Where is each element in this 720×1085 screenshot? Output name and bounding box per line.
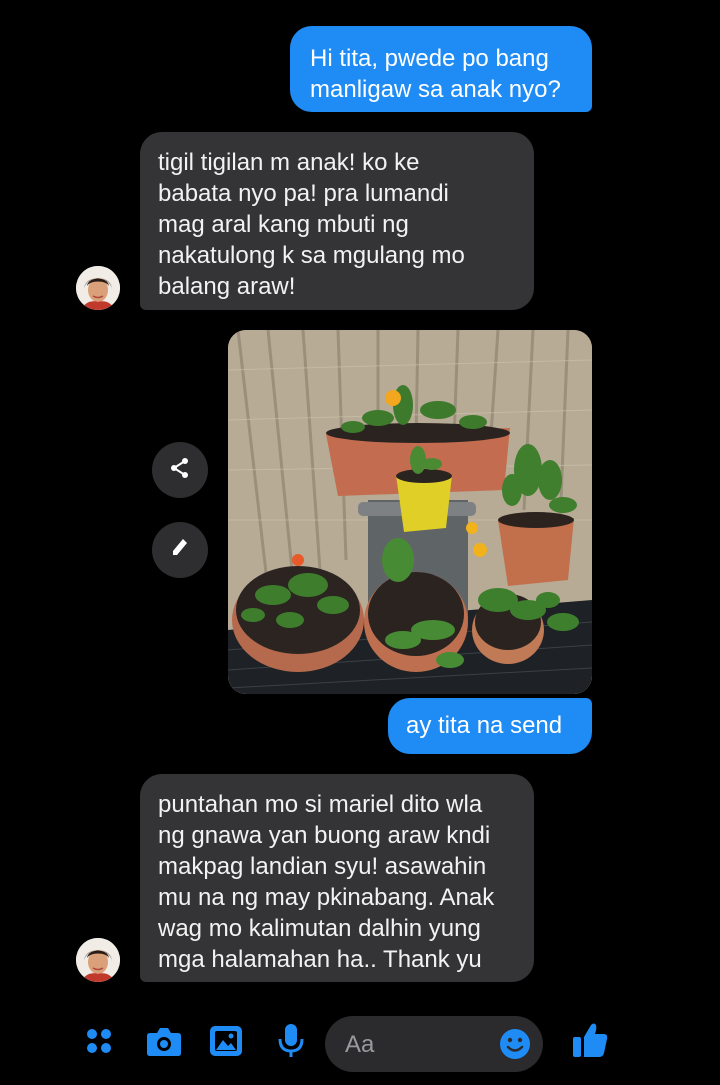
message-bubble-incoming[interactable]: tigil tigilan m anak! ko ke babata nyo p… xyxy=(140,132,534,310)
apps-icon xyxy=(85,1027,113,1060)
shared-photo-plants[interactable] xyxy=(228,330,592,694)
contact-avatar[interactable] xyxy=(76,938,120,982)
like-button[interactable] xyxy=(570,1022,610,1062)
message-input-placeholder: Aa xyxy=(345,1031,375,1058)
message-bubble-outgoing[interactable]: Hi tita, pwede po bang manligaw sa anak … xyxy=(290,26,592,112)
voice-button[interactable] xyxy=(276,1023,306,1064)
pencil-icon xyxy=(168,536,192,565)
message-bubble-incoming[interactable]: puntahan mo si mariel dito wla ng gnawa … xyxy=(140,774,534,982)
message-input[interactable]: Aa xyxy=(325,1016,543,1072)
share-image-button[interactable] xyxy=(152,442,208,498)
camera-button[interactable] xyxy=(145,1026,183,1060)
camera-icon xyxy=(146,1025,182,1062)
gallery-button[interactable] xyxy=(208,1025,244,1062)
thumbs-up-icon xyxy=(571,1021,609,1064)
apps-button[interactable] xyxy=(82,1026,116,1060)
microphone-icon xyxy=(278,1023,304,1064)
message-bubble-outgoing[interactable]: ay tita na send xyxy=(388,698,592,754)
gallery-icon xyxy=(209,1025,243,1062)
emoji-icon[interactable] xyxy=(499,1028,531,1065)
share-icon xyxy=(168,456,192,485)
edit-image-button[interactable] xyxy=(152,522,208,578)
contact-avatar[interactable] xyxy=(76,266,120,310)
